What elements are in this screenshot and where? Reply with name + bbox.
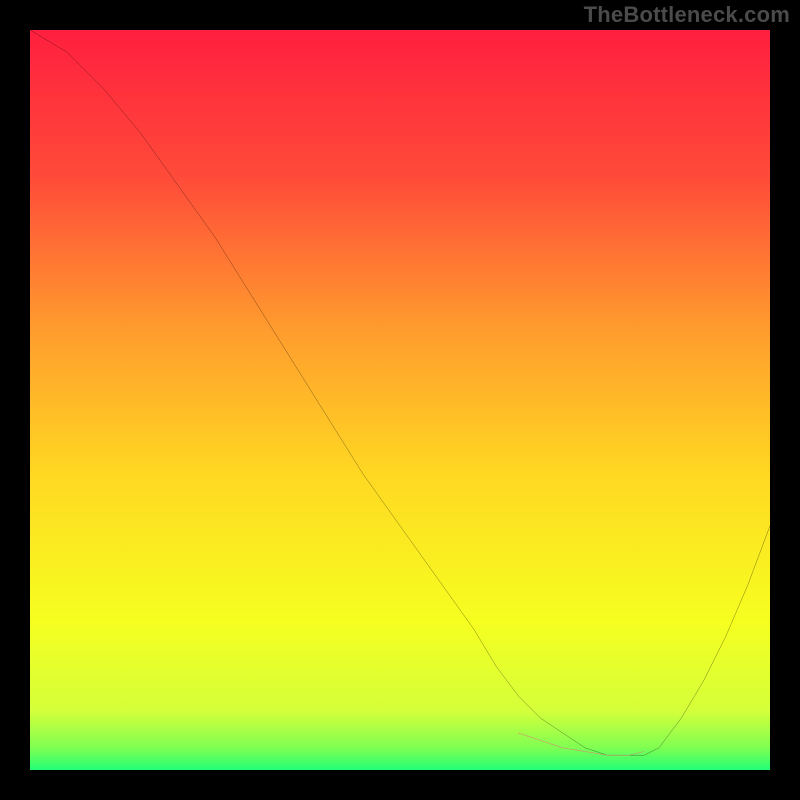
plot-area (30, 30, 770, 770)
chart-svg (30, 30, 770, 770)
chart-frame: TheBottleneck.com (0, 0, 800, 800)
watermark-text: TheBottleneck.com (584, 2, 790, 28)
gradient-rect (30, 30, 770, 770)
